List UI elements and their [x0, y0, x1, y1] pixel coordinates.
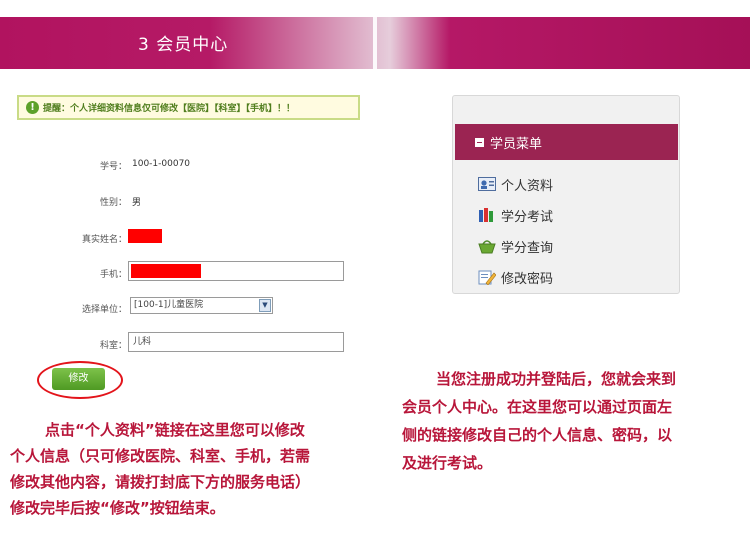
- menu-item-label: 个人资料: [501, 178, 554, 194]
- banner-divider: [373, 17, 377, 69]
- menu-item-exam[interactable]: 学分考试: [478, 205, 553, 225]
- basket-icon: [478, 238, 496, 254]
- notice-text: 提醒：个人详细资料信息仅可修改【医院】【科室】【手机】！！: [43, 104, 296, 114]
- exclamation-icon: !: [26, 101, 39, 114]
- right-instruction-line-3: 侧的链接修改自己的个人信息、密码，以: [402, 426, 673, 444]
- menu-title: 学员菜单: [490, 136, 543, 152]
- dept-input[interactable]: 儿科: [128, 332, 344, 352]
- student-id-value: 100-1-00070: [132, 159, 191, 169]
- collapse-icon[interactable]: [475, 137, 484, 147]
- submit-button[interactable]: 修改: [52, 368, 105, 390]
- pencil-icon: [478, 269, 497, 286]
- menu-header: 学员菜单: [455, 124, 678, 160]
- unit-select-value: [100-1]儿童医院: [134, 300, 204, 310]
- menu-item-credits[interactable]: 学分查询: [478, 236, 553, 256]
- student-id-label: 学号：: [99, 162, 127, 172]
- menu-item-password[interactable]: 修改密码: [478, 267, 553, 287]
- dept-label: 科室：: [99, 341, 127, 351]
- right-instruction-line-1: 当您注册成功并登陆后，您就会来到: [436, 370, 677, 388]
- redacted-name: [128, 229, 162, 243]
- left-instruction-line-4: 修改完毕后按“修改”按钮结束。: [10, 499, 225, 517]
- chevron-down-icon[interactable]: ▼: [259, 299, 271, 312]
- redacted-phone: [131, 264, 201, 278]
- phone-label: 手机：: [99, 270, 127, 280]
- notice-bar: ! 提醒：个人详细资料信息仅可修改【医院】【科室】【手机】！！: [17, 95, 360, 120]
- books-icon: [478, 207, 496, 223]
- menu-item-label: 修改密码: [501, 271, 554, 287]
- left-instruction-line-3: 修改其他内容，请拨打封底下方的服务电话）: [10, 473, 311, 491]
- left-instruction-line-1: 点击“个人资料”链接在这里您可以修改: [45, 421, 305, 439]
- gender-label: 性别：: [99, 198, 127, 208]
- dept-input-value: 儿科: [133, 337, 152, 347]
- menu-item-label: 学分查询: [501, 240, 554, 256]
- unit-label: 选择单位：: [81, 305, 127, 315]
- real-name-label: 真实姓名：: [81, 235, 127, 245]
- gender-value: 男: [132, 198, 142, 208]
- menu-item-label: 学分考试: [501, 209, 554, 225]
- menu-item-profile[interactable]: 个人资料: [478, 174, 553, 194]
- unit-select[interactable]: [100-1]儿童医院 ▼: [130, 297, 273, 314]
- right-instruction-line-4: 及进行考试。: [402, 454, 493, 472]
- left-instruction-line-2: 个人信息（只可修改医院、科室、手机，若需: [10, 447, 311, 465]
- page-title: 3 会员中心: [138, 35, 229, 55]
- right-instruction-line-2: 会员个人中心。在这里您可以通过页面左: [402, 398, 673, 416]
- profile-card-icon: [478, 176, 496, 192]
